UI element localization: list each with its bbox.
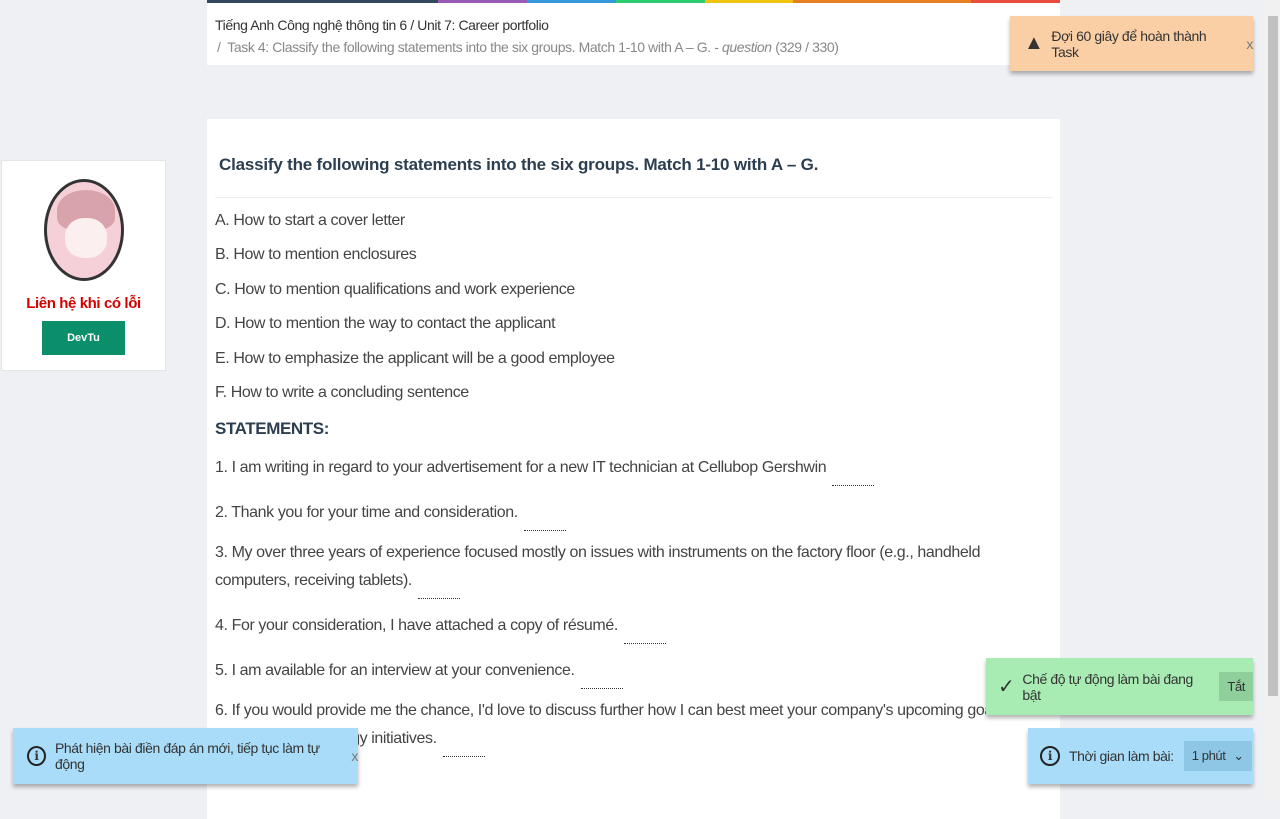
option: A. How to start a cover letter bbox=[215, 212, 405, 229]
check-icon: ✓ bbox=[998, 676, 1015, 698]
statements-heading: STATEMENTS: bbox=[215, 419, 329, 438]
auto-mode-toast: ✓ Chế độ tự động làm bài đang bật Tắt bbox=[986, 658, 1253, 715]
statement: 1. I am writing in regard to your advert… bbox=[215, 454, 1045, 486]
time-label: Thời gian làm bài: bbox=[1069, 748, 1174, 764]
option: E. How to emphasize the applicant will b… bbox=[215, 350, 615, 367]
close-icon[interactable]: x bbox=[1246, 36, 1253, 52]
new-answer-message: Phát hiện bài điền đáp án mới, tiếp tục … bbox=[54, 740, 320, 772]
question-card: Classify the following statements into t… bbox=[207, 119, 1060, 819]
statement: 3. My over three years of experience foc… bbox=[215, 539, 1045, 599]
crumb-sep: / bbox=[217, 39, 221, 55]
scrollbar-thumb[interactable] bbox=[1268, 16, 1278, 696]
time-toast: i Thời gian làm bài: 1 phút ⌄ bbox=[1028, 728, 1253, 784]
new-answer-toast: i Phát hiện bài điền đáp án mới, tiếp tụ… bbox=[13, 728, 358, 784]
option: F. How to write a concluding sentence bbox=[215, 384, 469, 401]
answer-blank[interactable] bbox=[442, 756, 485, 757]
warning-icon: ▲ bbox=[1024, 32, 1044, 54]
crumb-type: question bbox=[721, 39, 772, 55]
answer-blank[interactable] bbox=[623, 643, 666, 644]
auto-mode-message: Chế độ tự động làm bài đang bật bbox=[1022, 670, 1193, 703]
close-icon[interactable]: x bbox=[351, 748, 358, 764]
wait-message: Đợi 60 giây để hoàn thành Task bbox=[1051, 27, 1207, 60]
scrollbar[interactable] bbox=[1266, 0, 1280, 800]
crumb-progress: (329 / 330) bbox=[775, 39, 839, 55]
info-icon: i bbox=[27, 746, 46, 766]
info-icon: i bbox=[1040, 746, 1060, 766]
contact-label: Liên hệ khi có lỗi bbox=[26, 295, 141, 312]
divider bbox=[215, 197, 1052, 198]
answer-blank[interactable] bbox=[580, 688, 623, 689]
avatar bbox=[43, 179, 124, 281]
crumb-unit[interactable]: Unit 7: Career portfolio bbox=[417, 17, 549, 33]
chevron-down-icon: ⌄ bbox=[1233, 748, 1244, 763]
statement: 2. Thank you for your time and considera… bbox=[215, 499, 1045, 531]
time-select[interactable]: 1 phút ⌄ bbox=[1183, 741, 1252, 771]
option: D. How to mention the way to contact the… bbox=[215, 315, 556, 332]
devtu-button[interactable]: DevTu bbox=[42, 321, 125, 355]
answer-blank[interactable] bbox=[523, 530, 566, 531]
auto-off-button[interactable]: Tắt bbox=[1219, 672, 1253, 701]
crumb-sep: / bbox=[410, 17, 414, 33]
crumb-task: Task 4: Classify the following statement… bbox=[227, 39, 711, 55]
option: B. How to mention enclosures bbox=[215, 246, 417, 263]
crumb-course[interactable]: Tiếng Anh Công nghệ thông tin 6 bbox=[215, 17, 407, 33]
option: C. How to mention qualifications and wor… bbox=[215, 281, 575, 298]
statement: 5. I am available for an interview at yo… bbox=[215, 657, 1045, 689]
question-title: Classify the following statements into t… bbox=[219, 155, 819, 174]
answer-blank[interactable] bbox=[417, 598, 460, 599]
statement: 4. For your consideration, I have attach… bbox=[215, 612, 1045, 644]
wait-toast: ▲ Đợi 60 giây để hoàn thành Task x bbox=[1010, 16, 1253, 71]
contact-panel: Liên hệ khi có lỗi DevTu bbox=[1, 160, 166, 371]
answer-blank[interactable] bbox=[832, 485, 875, 486]
breadcrumb: Tiếng Anh Công nghệ thông tin 6 / Unit 7… bbox=[207, 3, 1060, 65]
